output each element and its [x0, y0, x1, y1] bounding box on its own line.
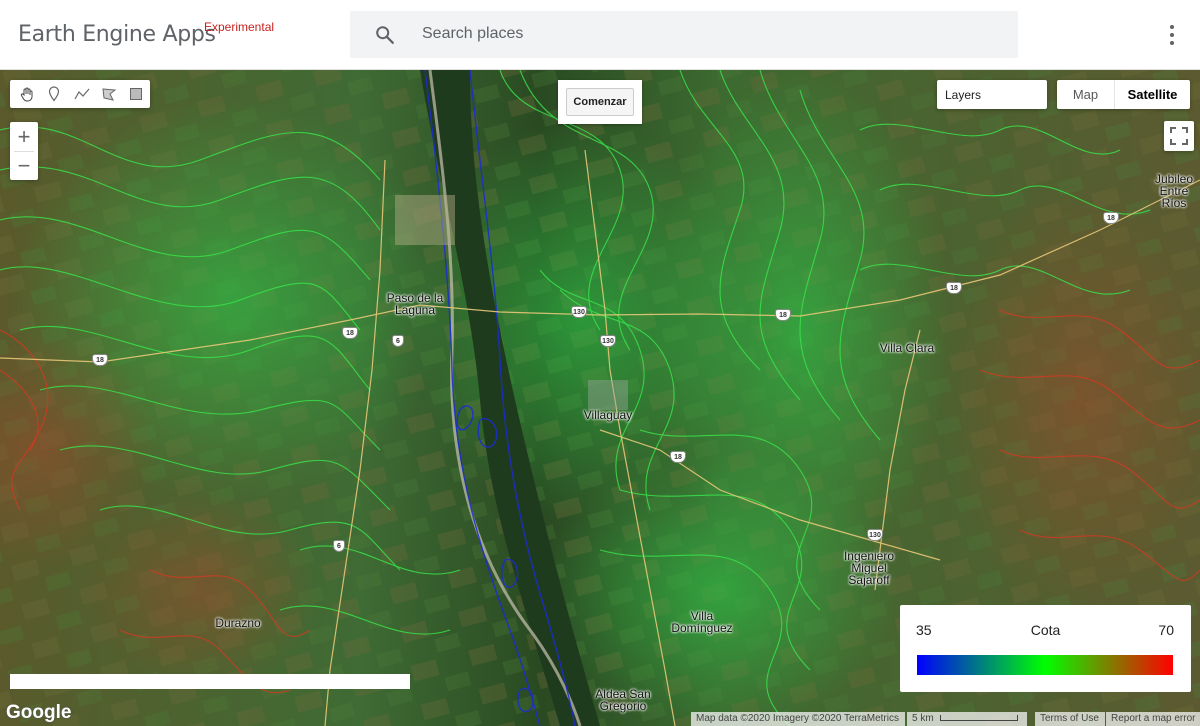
legend-max: 70 [1158, 622, 1174, 638]
google-logo: Google [6, 702, 72, 723]
place-label-villa-clara: Villa Clara [879, 341, 935, 355]
route-shield-icon: 18 [670, 451, 686, 463]
rectangle-icon[interactable] [123, 80, 150, 108]
zoom-divider [14, 151, 34, 152]
place-label-aldea-san-gregorio: Aldea San Gregorio [595, 687, 651, 713]
place-label-durazno: Durazno [215, 616, 261, 630]
zoom-out-button[interactable]: − [10, 151, 38, 180]
zoom-control: + − [10, 122, 38, 180]
layers-dropdown[interactable]: Layers [937, 80, 1047, 109]
route-shield-icon: 18 [775, 309, 791, 321]
drawing-toolbar [10, 80, 150, 108]
fullscreen-icon[interactable] [1164, 121, 1194, 151]
point-marker-icon[interactable] [40, 80, 67, 108]
place-label-villaguay: Villaguay [583, 408, 633, 422]
legend-panel: 35 Cota 70 [900, 605, 1191, 692]
route-shield-icon: 130 [600, 335, 616, 347]
scale-label: 5 km [912, 713, 934, 724]
zoom-in-button[interactable]: + [10, 122, 38, 151]
route-shield-icon: 18 [92, 354, 108, 366]
map-type-map-button[interactable]: Map [1057, 80, 1115, 109]
place-label-jubileo: Jubileo Entre Ríos [1154, 172, 1194, 210]
report-map-error-link[interactable]: Report a map error [1106, 712, 1200, 726]
place-label-paso-de-la-laguna: Paso de la Laguna [386, 291, 444, 317]
route-shield-icon: 6 [392, 335, 404, 347]
scale-bar-line [940, 715, 1019, 722]
search-input[interactable] [422, 19, 982, 49]
map-type-control: Map Satellite [1057, 80, 1190, 109]
progress-panel [10, 674, 410, 689]
place-label-ingeniero-miguel-sajaroff: Ingeniero Miguel Sajaroff [843, 549, 895, 587]
search-icon[interactable] [374, 24, 396, 46]
app-title[interactable]: Earth Engine Apps [18, 22, 216, 47]
polygon-icon[interactable] [95, 80, 122, 108]
route-shield-icon: 6 [333, 540, 345, 552]
comenzar-button[interactable]: Comenzar [566, 88, 634, 116]
map-data-attribution: Map data ©2020 Imagery ©2020 TerraMetric… [691, 712, 905, 726]
pan-hand-icon[interactable] [13, 80, 40, 108]
route-shield-icon: 18 [946, 282, 962, 294]
search-bar[interactable] [350, 11, 1018, 58]
terms-of-use-link[interactable]: Terms of Use [1035, 712, 1105, 726]
legend-title: Cota [1030, 622, 1061, 638]
place-label-villa-dominguez: Villa Domínguez [671, 609, 733, 635]
route-shield-icon: 18 [1103, 212, 1119, 224]
more-options-icon[interactable] [1160, 22, 1184, 48]
experimental-tag: Experimental [204, 20, 275, 34]
legend-color-bar [917, 655, 1173, 675]
route-shield-icon: 130 [571, 306, 587, 318]
scale-bar[interactable]: 5 km [907, 712, 1027, 726]
map-canvas[interactable]: Paso de la Laguna Villaguay Villa Clara … [0, 70, 1200, 726]
route-shield-icon: 130 [867, 529, 883, 541]
line-icon[interactable] [68, 80, 95, 108]
app-bar: Earth Engine Apps Experimental [0, 0, 1200, 70]
map-type-satellite-button[interactable]: Satellite [1115, 80, 1190, 109]
comenzar-panel: Comenzar [558, 80, 642, 124]
route-shield-icon: 18 [342, 327, 358, 339]
